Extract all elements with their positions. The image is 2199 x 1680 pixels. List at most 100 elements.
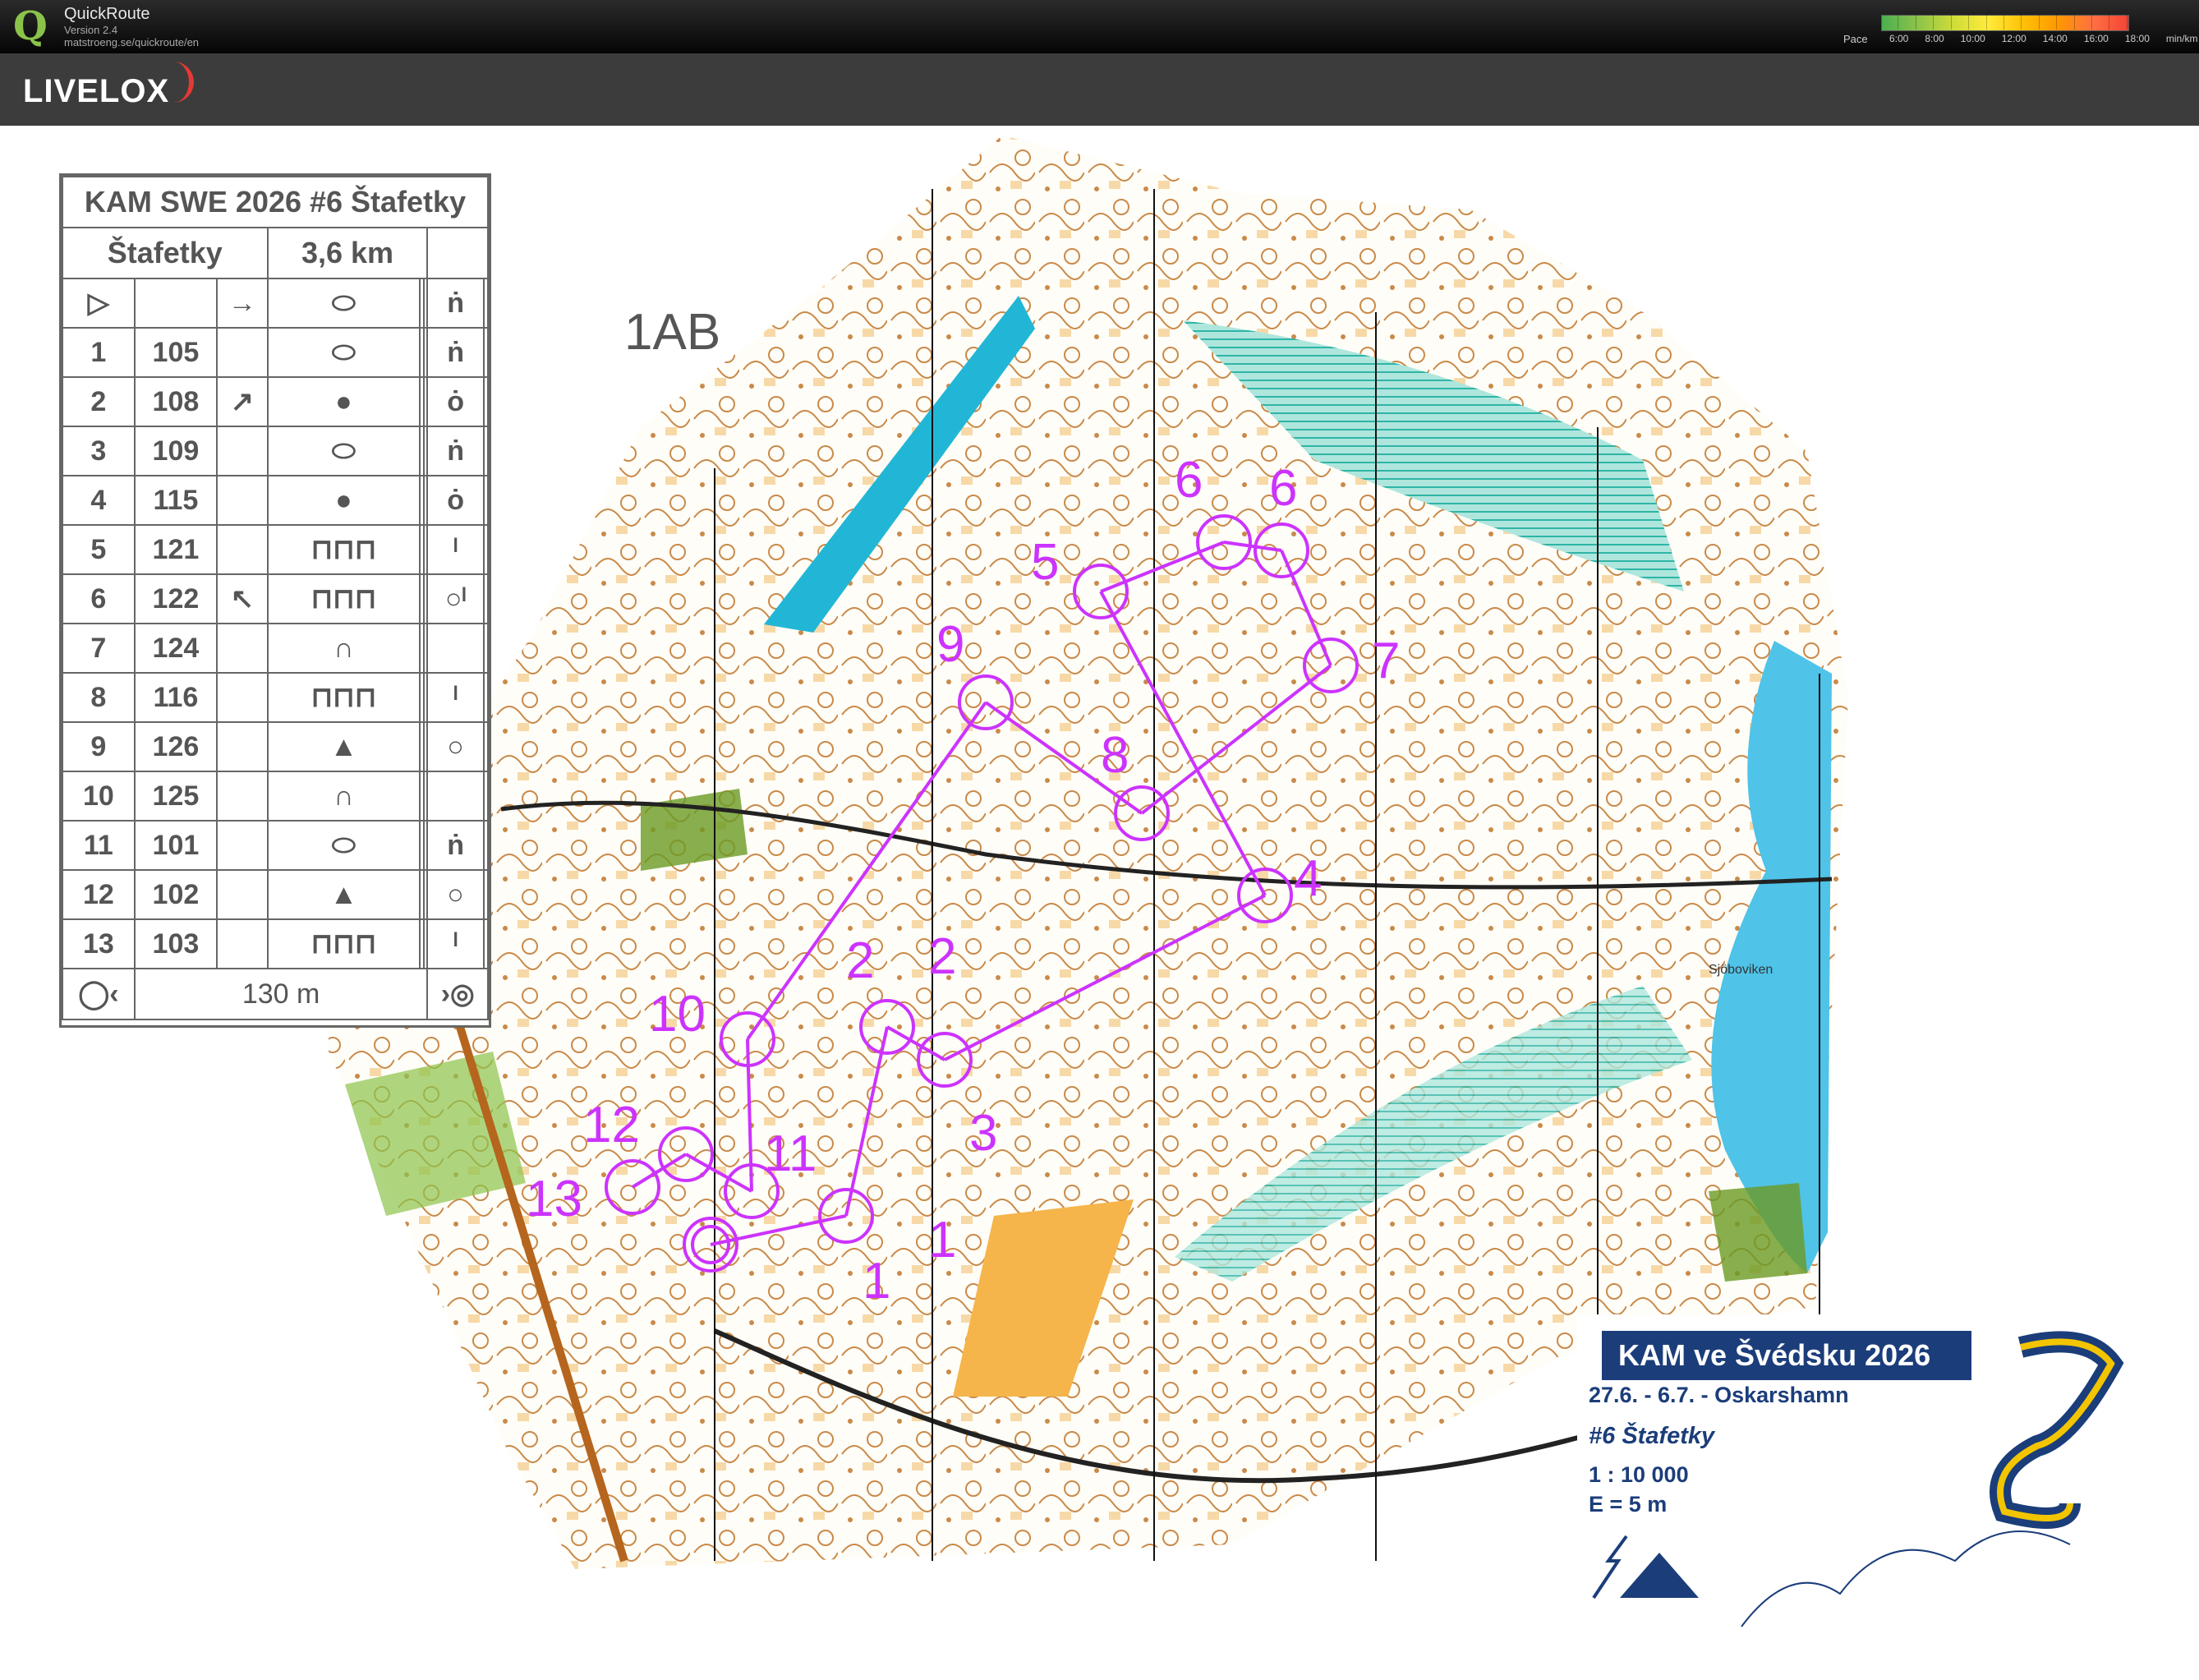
control-number: 10 <box>62 771 136 822</box>
course-length: 3,6 km <box>266 227 429 279</box>
feature-symbol-icon: ⊓⊓⊓ <box>266 918 421 969</box>
control-code: 105 <box>133 327 219 378</box>
direction-arrow-icon <box>216 426 269 476</box>
control-code: 121 <box>133 524 219 575</box>
direction-arrow-icon <box>216 820 269 871</box>
feature-symbol-icon: ⊓⊓⊓ <box>266 573 421 624</box>
contour-decoration <box>1741 1530 2071 1627</box>
quickroute-titlebar: Q QuickRoute Version 2.4 matstroeng.se/q… <box>0 0 2199 53</box>
control-number: 4 <box>1294 850 1322 907</box>
control-code: 125 <box>133 771 219 822</box>
control-number: 6 <box>1269 460 1297 517</box>
control-code: 116 <box>133 672 219 723</box>
pace-scale-ticks <box>1881 15 2128 30</box>
control-number: 8 <box>62 672 136 723</box>
pace-value: 14:00 <box>2042 33 2068 44</box>
location-symbol-icon: ȯ <box>426 475 485 526</box>
control-number: 3 <box>969 1105 997 1162</box>
direction-arrow-icon: ↗ <box>216 376 269 427</box>
location-symbol-icon: ˡ <box>426 524 485 575</box>
location-symbol-icon: ○ <box>426 721 485 772</box>
control-code: 102 <box>133 869 219 920</box>
control-number: 6 <box>62 573 136 624</box>
control-code: 126 <box>133 721 219 772</box>
control-description-row: 13 103 ⊓⊓⊓ ˡ <box>62 918 490 969</box>
control-description-row: 11 101 ⬭ ṅ <box>62 820 490 871</box>
control-code: 103 <box>133 918 219 969</box>
location-symbol-icon: ṅ <box>426 820 485 871</box>
control-code: 108 <box>133 376 219 427</box>
feature-symbol-icon: ▲ <box>266 721 421 772</box>
direction-arrow-icon <box>216 918 269 969</box>
control-number: 12 <box>62 869 136 920</box>
club-logo-icon <box>1592 1535 1628 1599</box>
feature-symbol-icon: ⊓⊓⊓ <box>266 672 421 723</box>
control-number: 10 <box>649 986 706 1043</box>
direction-arrow-icon <box>216 475 269 526</box>
control-number: 9 <box>62 721 136 772</box>
pace-label: Pace <box>1843 33 1868 45</box>
control-number: 3 <box>62 426 136 476</box>
control-number: 12 <box>583 1097 640 1153</box>
direction-arrow-icon: → <box>216 278 269 329</box>
feature-symbol-icon: ● <box>266 376 421 427</box>
location-symbol-icon: ṅ <box>426 278 485 329</box>
direction-arrow-icon <box>216 327 269 378</box>
app-title: QuickRoute <box>64 5 150 23</box>
green-vegetation <box>1709 1183 1807 1282</box>
finish-circle-icon: ›◎ <box>426 968 489 1020</box>
direction-arrow-icon <box>216 524 269 575</box>
event-graphics <box>1592 1331 2124 1627</box>
control-description-row: 5 121 ⊓⊓⊓ ˡ <box>62 524 490 575</box>
control-number: 13 <box>526 1171 582 1227</box>
pace-value: 12:00 <box>2001 33 2026 44</box>
control-number: 11 <box>764 1125 817 1182</box>
control-description-row: 7 124 ∩ <box>62 623 490 674</box>
pace-unit: min/km <box>2165 33 2198 44</box>
finish-start-icon: ◯‹ <box>62 968 136 1020</box>
pace-value: 8:00 <box>1925 33 1944 44</box>
control-number: 13 <box>62 918 136 969</box>
direction-arrow-icon <box>216 771 269 822</box>
location-symbol-icon: ˡ <box>426 918 485 969</box>
finish-row: ◯‹ 130 m ›◎ <box>62 968 489 1020</box>
control-description-row: 3 109 ⬭ ṅ <box>62 426 490 476</box>
control-code: 101 <box>133 820 219 871</box>
control-number: 2 <box>62 376 136 427</box>
feature-symbol-icon: ● <box>266 475 421 526</box>
control-description-row: 9 126 ▲ ○ <box>62 721 490 772</box>
control-description-row: 6 122 ↖ ⊓⊓⊓ ○ˡ <box>62 573 490 624</box>
control-number: 4 <box>62 475 136 526</box>
control-number: 9 <box>936 616 964 673</box>
map-overlay-label: 1AB <box>624 304 720 361</box>
pace-values: 6:00 8:00 10:00 12:00 14:00 16:00 18:00 … <box>1889 33 2198 44</box>
control-description-row: 4 115 ● ȯ <box>62 475 490 526</box>
pace-value: 18:00 <box>2124 33 2150 44</box>
control-number: 2 <box>928 928 956 985</box>
app-version: Version 2.4 <box>64 24 118 36</box>
livelox-logo[interactable]: LIVELOX <box>23 73 169 110</box>
control-number: 1 <box>62 327 136 378</box>
location-symbol-icon: ○ˡ <box>426 573 485 624</box>
control-description-row: 2 108 ↗ ● ȯ <box>62 376 490 427</box>
swedish-flag-ribbon-icon <box>1990 1331 2124 1529</box>
place-name: Sjöboviken <box>1709 963 1773 977</box>
pace-value: 16:00 <box>2083 33 2109 44</box>
livelox-header: LIVELOX <box>0 53 2199 126</box>
livelox-swoosh-icon <box>156 62 194 103</box>
app-url[interactable]: matstroeng.se/quickroute/en <box>64 36 199 48</box>
direction-arrow-icon <box>216 623 269 674</box>
control-number: 5 <box>62 524 136 575</box>
start-row: ▷ → ⬭ ṅ <box>62 278 490 329</box>
direction-arrow-icon: ↖ <box>216 573 269 624</box>
control-description-row: 1 105 ⬭ ṅ <box>62 327 490 378</box>
control-description-row: 12 102 ▲ ○ <box>62 869 490 920</box>
control-code: 115 <box>133 475 219 526</box>
feature-symbol-icon: ⬭ <box>266 278 421 329</box>
quickroute-logo-icon: Q <box>13 3 48 49</box>
feature-symbol-icon: ⬭ <box>266 820 421 871</box>
feature-symbol-icon: ∩ <box>266 771 421 822</box>
direction-arrow-icon <box>216 721 269 772</box>
control-number: 5 <box>1031 534 1059 591</box>
location-symbol-icon: ṅ <box>426 426 485 476</box>
